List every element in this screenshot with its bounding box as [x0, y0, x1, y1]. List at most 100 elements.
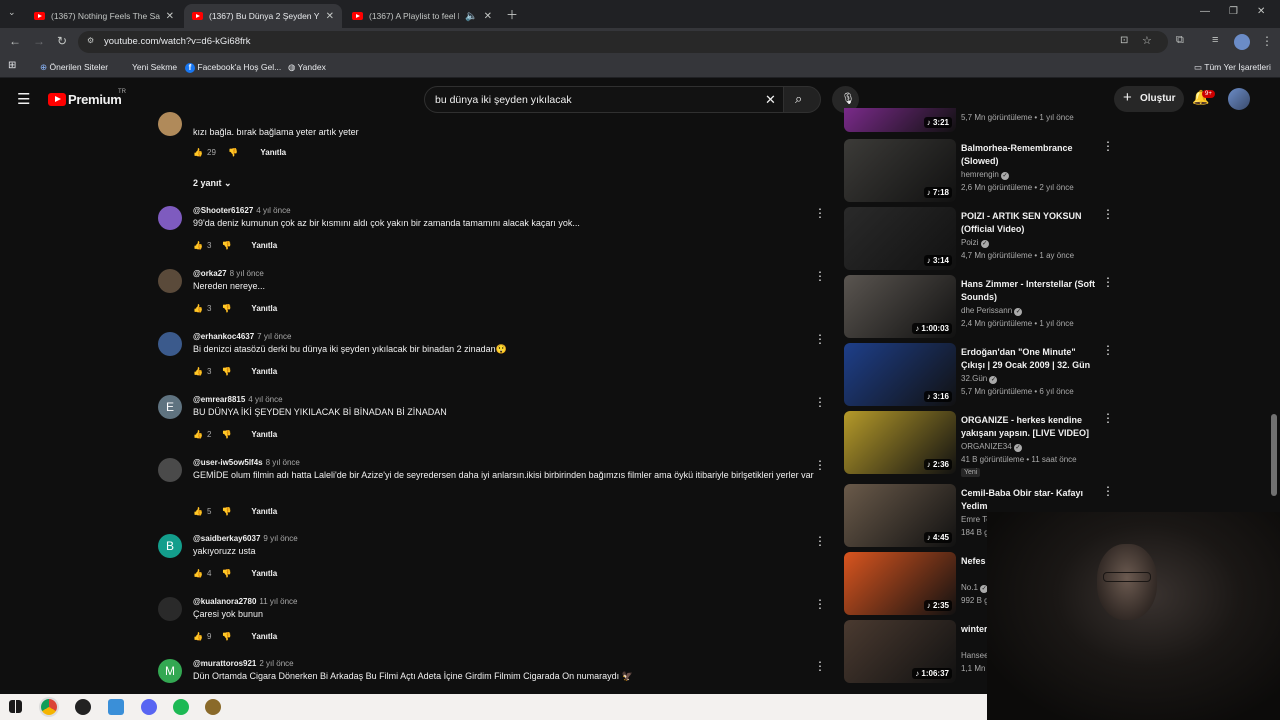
reply-button[interactable]: Yanıtla: [251, 507, 277, 516]
reply-button[interactable]: Yanıtla: [260, 148, 286, 157]
all-bookmarks[interactable]: ▭ Tüm Yer İşaretleri: [1194, 62, 1271, 73]
bookmark-suggested-sites[interactable]: ⊕ Önerilen Siteler: [40, 62, 108, 73]
comment-author[interactable]: @erhankoc4637: [193, 332, 254, 341]
more-options-icon[interactable]: ⋮: [1102, 139, 1114, 153]
chrome-icon[interactable]: [41, 699, 57, 715]
comment-author[interactable]: @Shooter61627: [193, 206, 253, 215]
tab-search-icon[interactable]: ⌄: [8, 7, 16, 18]
comment-avatar[interactable]: [158, 458, 182, 482]
like-icon[interactable]: 👍: [193, 367, 203, 376]
like-icon[interactable]: 👍: [193, 241, 203, 250]
app-icon-network[interactable]: [108, 699, 124, 715]
audio-icon[interactable]: 🔈: [465, 11, 477, 22]
comment-time[interactable]: 4 yıl önce: [256, 206, 290, 215]
search-input[interactable]: bu dünya iki şeyden yıkılacak ✕: [424, 86, 784, 113]
minimize-button[interactable]: —: [1200, 6, 1210, 17]
more-options-icon[interactable]: ⋮: [814, 659, 826, 673]
comment-avatar[interactable]: [158, 269, 182, 293]
channel-name[interactable]: Poizi ✓: [961, 238, 989, 248]
video-thumbnail[interactable]: ♪ 1:00:03: [844, 275, 956, 338]
app-icon-discord[interactable]: [141, 699, 157, 715]
more-options-icon[interactable]: ⋮: [814, 534, 826, 548]
windows-start-icon[interactable]: [9, 700, 22, 713]
dislike-icon[interactable]: 👎: [221, 569, 231, 578]
create-button[interactable]: + Oluştur: [1114, 86, 1184, 112]
comment-avatar[interactable]: [158, 332, 182, 356]
like-icon[interactable]: 👍: [193, 148, 203, 157]
more-options-icon[interactable]: ⋮: [1102, 484, 1114, 498]
recommended-video[interactable]: ♪ 2:36 ORGANIZE - herkes kendine yakışanı…: [844, 411, 1119, 477]
close-tab-icon[interactable]: ✕: [484, 11, 492, 22]
tab-2-active[interactable]: (1367) Bu Dünya 2 Şeyden Yıkıl ✕: [184, 4, 342, 28]
premium-logo-text[interactable]: Premium: [68, 92, 122, 107]
site-info-icon[interactable]: ⚙: [87, 36, 94, 45]
reading-list-icon[interactable]: ≡: [1212, 34, 1218, 46]
comment-time[interactable]: 7 yıl önce: [257, 332, 291, 341]
more-options-icon[interactable]: ⋮: [1102, 275, 1114, 289]
profile-avatar[interactable]: [1234, 34, 1250, 50]
video-thumbnail[interactable]: ♪ 2:35: [844, 552, 956, 615]
channel-name[interactable]: ORGANIZE34 ✓: [961, 442, 1022, 452]
video-thumbnail[interactable]: ♪ 3:14: [844, 207, 956, 270]
recommended-video[interactable]: ♪ 3:21 5,7 Mn görüntüleme • 1 yıl önce: [844, 108, 1119, 132]
new-tab-button[interactable]: ＋: [506, 6, 518, 23]
comment-time[interactable]: 8 yıl önce: [266, 458, 300, 467]
channel-name[interactable]: dhe Perissann ✓: [961, 306, 1023, 316]
more-options-icon[interactable]: ⋮: [814, 206, 826, 220]
comment-time[interactable]: 2 yıl önce: [259, 659, 293, 668]
recommended-video[interactable]: ♪ 3:14 POIZI - ARTIK SEN YOKSUN (Official…: [844, 207, 1119, 271]
like-icon[interactable]: 👍: [193, 507, 203, 516]
bookmark-yandex[interactable]: ◍ Yandex: [288, 62, 326, 73]
video-thumbnail[interactable]: ♪ 7:18: [844, 139, 956, 202]
video-thumbnail[interactable]: ♪ 3:21: [844, 108, 956, 132]
more-options-icon[interactable]: ⋮: [814, 395, 826, 409]
video-title[interactable]: Hans Zimmer - Interstellar (Soft Sounds): [961, 278, 1097, 304]
dislike-icon[interactable]: 👎: [221, 430, 231, 439]
bookmark-star-icon[interactable]: ☆: [1142, 34, 1152, 47]
reply-button[interactable]: Yanıtla: [251, 241, 277, 250]
more-options-icon[interactable]: ⋮: [1102, 207, 1114, 221]
channel-name[interactable]: hemrengin ✓: [961, 170, 1010, 180]
channel-name[interactable]: 32.Gün ✓: [961, 374, 998, 384]
scrollbar[interactable]: [1271, 414, 1277, 496]
more-options-icon[interactable]: ⋮: [1102, 411, 1114, 425]
dislike-icon[interactable]: 👎: [221, 632, 231, 641]
bookmark-new-tab[interactable]: Yeni Sekme: [132, 62, 177, 72]
video-thumbnail[interactable]: ♪ 3:16: [844, 343, 956, 406]
video-thumbnail[interactable]: ♪ 2:36: [844, 411, 956, 474]
tab-3[interactable]: (1367) A Playlist to feel like 🔈 ✕: [344, 4, 500, 28]
hamburger-menu-icon[interactable]: ☰: [17, 90, 30, 108]
comment-avatar[interactable]: [158, 597, 182, 621]
comment-avatar[interactable]: E: [158, 395, 182, 419]
more-options-icon[interactable]: ⋮: [814, 597, 826, 611]
back-button[interactable]: ←: [9, 34, 21, 48]
clear-search-icon[interactable]: ✕: [765, 92, 776, 108]
video-title[interactable]: Balmorhea-Remembrance (Slowed): [961, 142, 1097, 168]
install-icon[interactable]: ⊡: [1120, 35, 1128, 46]
more-options-icon[interactable]: ⋮: [814, 269, 826, 283]
address-bar[interactable]: ⚙ youtube.com/watch?v=d6-kGi68frk ⊡ ☆: [78, 31, 1168, 53]
app-icon-dark[interactable]: [75, 699, 91, 715]
dislike-icon[interactable]: 👎: [221, 367, 231, 376]
replies-toggle[interactable]: 2 yanıt ⌄: [193, 178, 232, 189]
close-tab-icon[interactable]: ✕: [166, 11, 174, 22]
comment-author[interactable]: @emrear8815: [193, 395, 245, 404]
close-window-button[interactable]: ✕: [1257, 6, 1265, 17]
video-title[interactable]: Cemil-Baba Obir star- Kafayı Yedim: [961, 487, 1097, 513]
video-title[interactable]: ORGANIZE - herkes kendine yakışanı yapsı…: [961, 414, 1097, 440]
recommended-video[interactable]: ♪ 7:18 Balmorhea-Remembrance (Slowed) hemr…: [844, 139, 1119, 203]
video-title[interactable]: POIZI - ARTIK SEN YOKSUN (Official Video…: [961, 210, 1097, 236]
comment-time[interactable]: 11 yıl önce: [259, 597, 297, 606]
comment-time[interactable]: 4 yıl önce: [248, 395, 282, 404]
bookmark-facebook[interactable]: f Facebook'a Hoş Gel...: [185, 62, 281, 73]
reply-button[interactable]: Yanıtla: [251, 632, 277, 641]
comment-author[interactable]: @user-iw5ow5lf4s: [193, 458, 263, 467]
more-options-icon[interactable]: ⋮: [814, 332, 826, 346]
video-title[interactable]: Erdoğan'dan "One Minute" Çıkışı | 29 Oca…: [961, 346, 1097, 372]
video-thumbnail[interactable]: ♪ 4:45: [844, 484, 956, 547]
comment-avatar[interactable]: B: [158, 534, 182, 558]
more-options-icon[interactable]: ⋮: [1102, 343, 1114, 357]
comment-avatar[interactable]: M: [158, 659, 182, 683]
account-avatar[interactable]: [1228, 88, 1250, 110]
comment-avatar[interactable]: [158, 206, 182, 230]
